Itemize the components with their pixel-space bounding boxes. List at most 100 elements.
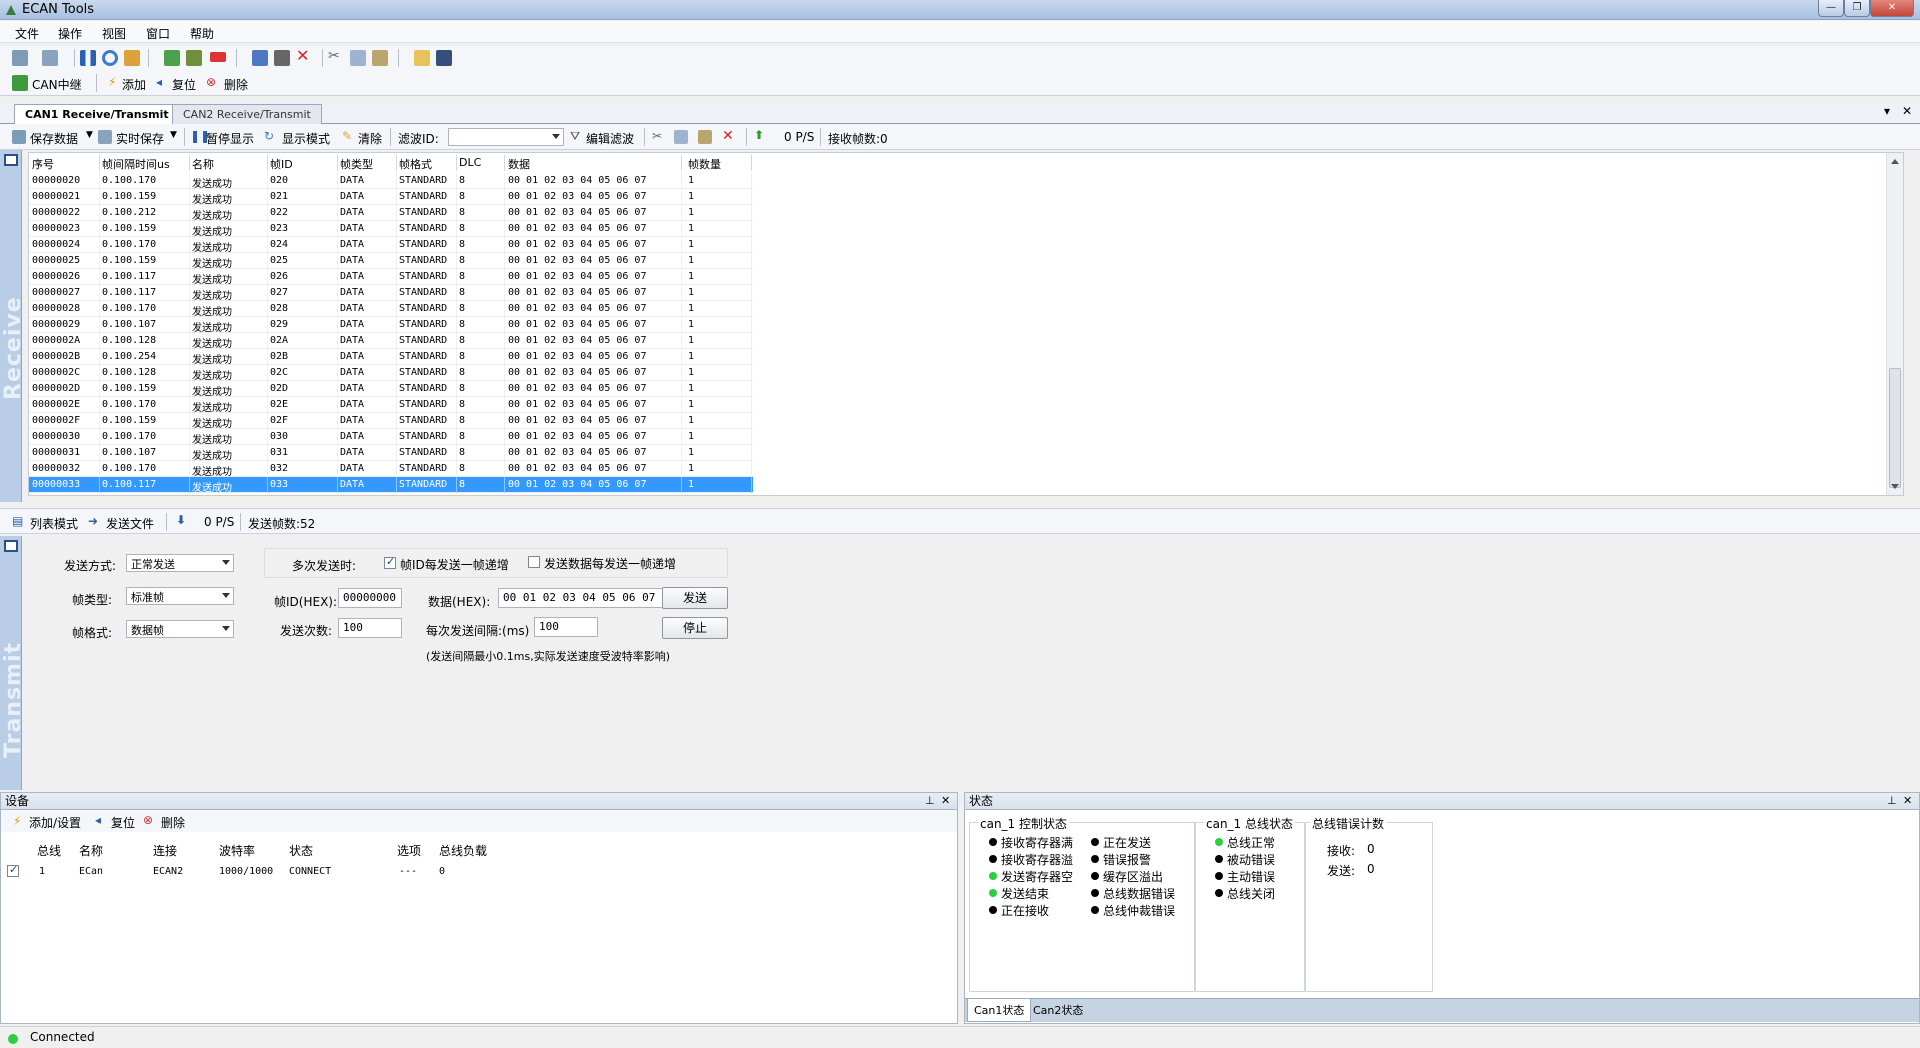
- pin-icon[interactable]: ⊥: [925, 793, 935, 809]
- table-row[interactable]: 00000032 0.100.170 发送成功 032 DATA STANDARD 8 00 …: [29, 461, 753, 478]
- menu-file[interactable]: 文件: [15, 25, 39, 42]
- cut-icon[interactable]: ✂: [328, 48, 344, 64]
- table-row[interactable]: 0000002E 0.100.170 发送成功 02E DATA STANDARD 8 00 …: [29, 397, 753, 414]
- save-icon[interactable]: [436, 50, 452, 66]
- tab-can2[interactable]: CAN2 Receive/Transmit: [172, 104, 322, 124]
- table-row[interactable]: 00000021 0.100.159 发送成功 021 DATA STANDARD 8 00 …: [29, 189, 753, 206]
- table-row[interactable]: 00000022 0.100.212 发送成功 022 DATA STANDARD 8 00 …: [29, 205, 753, 222]
- table-row[interactable]: 00000024 0.100.170 发送成功 024 DATA STANDARD 8 00 …: [29, 237, 753, 254]
- cut-icon[interactable]: ✂: [652, 129, 662, 143]
- pause-icon[interactable]: [80, 50, 96, 66]
- transmit-dock-icon[interactable]: [4, 540, 18, 552]
- col-header-bus[interactable]: 总线: [37, 842, 61, 859]
- menu-help[interactable]: 帮助: [190, 25, 214, 42]
- stop-button[interactable]: 停止: [662, 617, 728, 639]
- receive-grid[interactable]: 序号 帧间隔时间us 名称 帧ID 帧类型 帧格式 DLC 数据 帧数量 000…: [28, 152, 1904, 496]
- scroll-thumb[interactable]: [1889, 368, 1901, 488]
- col-header-dlc[interactable]: DLC: [459, 156, 481, 169]
- stop-icon[interactable]: [210, 52, 226, 62]
- table-row[interactable]: 00000029 0.100.107 发送成功 029 DATA STANDARD 8 00 …: [29, 317, 753, 334]
- menu-window[interactable]: 窗口: [146, 25, 170, 42]
- export-icon[interactable]: [252, 50, 268, 66]
- copy-icon[interactable]: [350, 50, 366, 66]
- table-row[interactable]: 0000002D 0.100.159 发送成功 02D DATA STANDARD 8 00 …: [29, 381, 753, 398]
- col-header-connection[interactable]: 连接: [153, 842, 177, 859]
- interval-input[interactable]: 100: [534, 617, 598, 637]
- tools-icon[interactable]: [274, 50, 290, 66]
- table-row[interactable]: 00000027 0.100.117 发送成功 027 DATA STANDARD 8 00 …: [29, 285, 753, 302]
- table-row[interactable]: 00000020 0.100.170 发送成功 020 DATA STANDARD 8 00 …: [29, 173, 753, 190]
- send-file-button[interactable]: 发送文件: [106, 515, 154, 532]
- scroll-up-icon[interactable]: [1891, 159, 1899, 164]
- delete-x-icon[interactable]: ✕: [296, 48, 312, 64]
- device-delete-button[interactable]: 删除: [161, 814, 185, 831]
- maximize-button[interactable]: ❐: [1844, 0, 1870, 17]
- list-mode-button[interactable]: 列表模式: [30, 515, 78, 532]
- chevron-down-icon[interactable]: ▼: [86, 130, 93, 140]
- receive-dock-icon[interactable]: [4, 154, 18, 166]
- table-row[interactable]: 0000002B 0.100.254 发送成功 02B DATA STANDARD 8 00 …: [29, 349, 753, 366]
- table-row[interactable]: 00000023 0.100.159 发送成功 023 DATA STANDARD 8 00 …: [29, 221, 753, 238]
- col-header-frame-type[interactable]: 帧类型: [340, 156, 373, 172]
- display-mode-button[interactable]: 显示模式: [282, 130, 330, 147]
- add-button[interactable]: 添加: [122, 76, 146, 93]
- copy-icon[interactable]: [674, 130, 688, 144]
- add-setup-button[interactable]: 添加/设置: [29, 814, 81, 831]
- tab-can2-status[interactable]: Can2状态: [1027, 999, 1089, 1021]
- scroll-down-icon[interactable]: [1891, 484, 1899, 489]
- frame-type-select[interactable]: 标准帧: [126, 587, 234, 605]
- table-row[interactable]: 00000025 0.100.159 发送成功 025 DATA STANDARD 8 00 …: [29, 253, 753, 270]
- chevron-down-icon[interactable]: ▼: [170, 130, 177, 140]
- device-panel-close-icon[interactable]: ✕: [941, 793, 950, 809]
- col-header-name[interactable]: 名称: [192, 156, 214, 172]
- device-row-checkbox[interactable]: [7, 863, 19, 877]
- frame-id-increment-checkbox[interactable]: [384, 555, 396, 569]
- col-header-name[interactable]: 名称: [79, 842, 103, 859]
- table-row[interactable]: 0000002A 0.100.128 发送成功 02A DATA STANDARD 8 00 …: [29, 333, 753, 350]
- paste-icon[interactable]: [372, 50, 388, 66]
- col-header-seq[interactable]: 序号: [32, 156, 54, 172]
- reset-button[interactable]: 复位: [172, 76, 196, 93]
- col-header-interval[interactable]: 帧间隔时间us: [102, 156, 170, 172]
- table-row[interactable]: 00000030 0.100.170 发送成功 030 DATA STANDARD 8 00 …: [29, 429, 753, 446]
- col-header-frame-count[interactable]: 帧数量: [688, 156, 721, 172]
- send-button[interactable]: 发送: [662, 587, 728, 609]
- send-mode-select[interactable]: 正常发送: [126, 554, 234, 572]
- can-relay-button[interactable]: CAN中继: [32, 76, 82, 93]
- realtime-save-button[interactable]: 实时保存: [116, 130, 164, 147]
- open-folder-icon[interactable]: [414, 50, 430, 66]
- menu-operation[interactable]: 操作: [58, 25, 82, 42]
- pin-icon[interactable]: ⊥: [1887, 793, 1897, 809]
- status-panel-close-icon[interactable]: ✕: [1903, 793, 1912, 809]
- refresh-icon[interactable]: [102, 50, 118, 66]
- filter-id-select[interactable]: [448, 128, 564, 146]
- device-setup-icon[interactable]: [42, 50, 58, 66]
- col-header-data[interactable]: 数据: [508, 156, 530, 172]
- paste-icon[interactable]: [698, 130, 712, 144]
- col-header-bus-load[interactable]: 总线负载: [439, 842, 487, 859]
- data-input[interactable]: 00 01 02 03 04 05 06 07: [498, 588, 670, 608]
- table-row[interactable]: 00000026 0.100.117 发送成功 026 DATA STANDARD 8 00 …: [29, 269, 753, 286]
- menu-view[interactable]: 视图: [102, 25, 126, 42]
- connect-icon[interactable]: [164, 50, 180, 66]
- send-count-input[interactable]: 100: [338, 618, 402, 638]
- data-increment-checkbox[interactable]: [528, 556, 540, 568]
- tab-can1[interactable]: CAN1 Receive/Transmit: [14, 104, 180, 125]
- col-header-options[interactable]: 选项: [397, 842, 421, 859]
- device-dropdown-icon[interactable]: [12, 50, 28, 66]
- table-row[interactable]: 00000028 0.100.170 发送成功 028 DATA STANDARD 8 00 …: [29, 301, 753, 318]
- save-data-button[interactable]: 保存数据: [30, 130, 78, 147]
- close-button[interactable]: ✕: [1870, 0, 1914, 17]
- minimize-button[interactable]: —: [1818, 0, 1844, 17]
- edit-filter-button[interactable]: 编辑滤波: [586, 130, 634, 147]
- tab-can1-status[interactable]: Can1状态: [967, 999, 1032, 1022]
- clear-icon[interactable]: [124, 50, 140, 66]
- col-header-frame-format[interactable]: 帧格式: [399, 156, 432, 172]
- table-row[interactable]: 0000002F 0.100.159 发送成功 02F DATA STANDARD 8 00 …: [29, 413, 753, 430]
- tab-dropdown-icon[interactable]: ▾: [1884, 104, 1890, 118]
- table-row[interactable]: 0000002C 0.100.128 发送成功 02C DATA STANDARD 8 00 …: [29, 365, 753, 382]
- col-header-baud[interactable]: 波特率: [219, 842, 255, 859]
- col-header-status[interactable]: 状态: [289, 842, 313, 859]
- receive-scrollbar[interactable]: [1886, 153, 1903, 495]
- device-reset-button[interactable]: 复位: [111, 814, 135, 831]
